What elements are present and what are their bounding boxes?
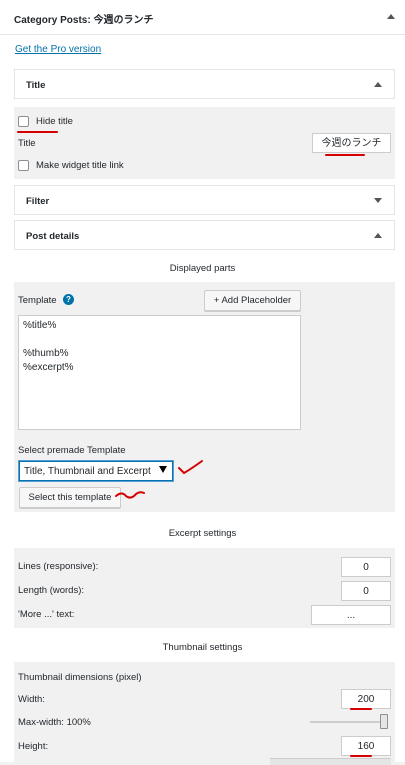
post-details-header[interactable]: Post details xyxy=(14,220,395,250)
max-width-label: Max-width: 100% xyxy=(18,717,91,728)
height-label: Height: xyxy=(18,741,49,752)
width-label: Width: xyxy=(18,694,45,705)
more-text-label: 'More ...' text: xyxy=(18,609,75,620)
widget-title: Category Posts: 今週のランチ xyxy=(14,15,154,26)
height-input[interactable]: 160 xyxy=(341,736,391,756)
max-width-slider-thumb[interactable] xyxy=(380,714,388,729)
make-title-link-checkbox[interactable] xyxy=(18,160,29,171)
title-input[interactable]: 今週のランチ xyxy=(312,133,391,153)
width-input[interactable]: 200 xyxy=(341,689,391,709)
annotation-check-mark xyxy=(178,460,203,475)
annotation-squiggle xyxy=(115,491,145,499)
title-section-heading: Title xyxy=(26,80,46,91)
annotation-underline xyxy=(350,755,372,757)
pro-version-link[interactable]: Get the Pro version xyxy=(15,44,101,55)
widget-panel: Category Posts: 今週のランチ Get the Pro versi… xyxy=(0,0,405,765)
select-template-button[interactable]: Select this template xyxy=(19,487,121,508)
add-placeholder-button[interactable]: + Add Placeholder xyxy=(204,290,301,311)
title-section-arrow-icon xyxy=(374,82,382,87)
thumbnail-settings-heading: Thumbnail settings xyxy=(162,642,243,653)
excerpt-settings-heading: Excerpt settings xyxy=(168,528,237,539)
lines-input[interactable]: 0 xyxy=(341,557,391,577)
filter-section-header[interactable]: Filter xyxy=(14,185,395,215)
hide-title-label: Hide title xyxy=(36,116,73,127)
thumbnail-dimensions-label: Thumbnail dimensions (pixel) xyxy=(18,672,142,683)
title-field-label: Title xyxy=(18,138,36,149)
template-label: Template xyxy=(18,295,57,306)
more-text-input[interactable]: ... xyxy=(311,605,391,625)
annotation-underline xyxy=(325,154,365,156)
title-section-header[interactable]: Title xyxy=(14,69,395,99)
premade-template-value: Title, Thumbnail and Excerpt xyxy=(24,466,151,477)
displayed-parts-heading: Displayed parts xyxy=(169,263,236,274)
annotation-underline xyxy=(350,708,372,710)
lines-label: Lines (responsive): xyxy=(18,561,99,572)
widget-header[interactable]: Category Posts: 今週のランチ xyxy=(0,0,405,35)
annotation-underline xyxy=(17,131,58,133)
max-width-slider-track[interactable] xyxy=(310,721,388,723)
premade-template-label: Select premade Template xyxy=(18,445,126,456)
length-label: Length (words): xyxy=(18,585,85,596)
collapse-arrow-icon[interactable] xyxy=(387,14,395,19)
filter-section-heading: Filter xyxy=(26,196,50,207)
chevron-down-icon xyxy=(159,466,167,473)
length-input[interactable]: 0 xyxy=(341,581,391,601)
help-icon[interactable]: ? xyxy=(63,294,74,305)
hide-title-checkbox[interactable] xyxy=(18,116,29,127)
template-textarea[interactable]: %title% %thumb% %excerpt% xyxy=(18,315,301,430)
post-details-arrow-icon xyxy=(374,233,382,238)
filter-section-arrow-icon xyxy=(374,198,382,203)
premade-template-select[interactable]: Title, Thumbnail and Excerpt xyxy=(19,461,173,481)
post-details-heading: Post details xyxy=(26,231,80,242)
make-title-link-label: Make widget title link xyxy=(36,160,124,171)
